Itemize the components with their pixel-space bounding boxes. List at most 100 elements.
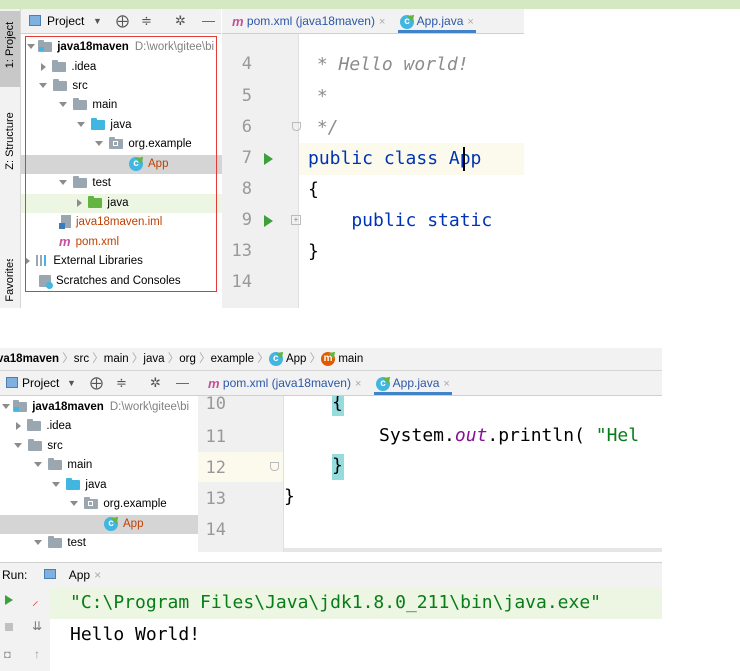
folder-icon [27, 418, 42, 431]
line-number: 9 [241, 210, 252, 230]
code-line: { [308, 179, 319, 200]
breadcrumb-item[interactable]: java [143, 353, 164, 365]
chevron-down-icon[interactable] [2, 404, 10, 410]
chevron-down-icon[interactable] [70, 501, 78, 507]
run-icon[interactable] [264, 153, 273, 165]
selected-row-highlight [0, 515, 198, 534]
console-output[interactable]: "C:\Program Files\Java\jdk1.8.0_211\bin\… [50, 587, 662, 671]
tool-window-structure[interactable]: Z: Structure [0, 105, 20, 185]
chevron-down-icon[interactable] [52, 482, 60, 488]
project-dropdown[interactable]: Project [47, 14, 84, 28]
console-line: Hello World! [70, 624, 201, 645]
fold-icon[interactable] [270, 462, 279, 471]
project-toolbar: Project ▼ ⨁ ≑ ✲ — [21, 9, 221, 34]
run-header: Run: App × [0, 562, 662, 588]
code-line: * [306, 86, 328, 107]
chevron-down-icon[interactable]: ▼ [93, 16, 102, 26]
tree-item-src[interactable]: src [14, 437, 63, 456]
tool-window-favorites[interactable]: Favorites [0, 259, 20, 308]
code-line: * Hello world! [306, 54, 469, 75]
tool-window-project[interactable]: 1: Project [0, 11, 20, 87]
close-icon[interactable]: × [355, 378, 361, 390]
minimize-icon[interactable]: — [202, 13, 215, 28]
editor-scroll-divider [284, 548, 662, 552]
stop-icon[interactable] [5, 623, 13, 631]
chevron-right-icon: 〉 [167, 353, 180, 365]
code-line: } [308, 241, 319, 262]
chevron-right-icon: 〉 [309, 353, 322, 365]
minimize-icon[interactable]: — [176, 375, 189, 390]
code-editor[interactable]: 10 11 12 13 14 { System.out.println( "He… [198, 396, 662, 552]
editor-tab-bar: m pom.xml (java18maven) × c App.java × [222, 9, 524, 34]
edit-config-icon[interactable]: ⸝ [32, 591, 39, 609]
chevron-down-icon[interactable] [34, 540, 42, 546]
breadcrumb-item[interactable]: src [74, 353, 89, 365]
breadcrumb-item[interactable]: main [104, 353, 129, 365]
chevron-down-icon[interactable] [14, 443, 22, 449]
tree-item-java18maven[interactable]: java18maven D:\work\gitee\bi [2, 398, 189, 417]
system-token: System. [379, 425, 455, 446]
tab-pom-xml[interactable]: m pom.xml (java18maven) × [206, 371, 363, 395]
line-number: 14 [231, 272, 252, 292]
fold-icon[interactable] [292, 122, 301, 131]
tree-item-main[interactable]: main [34, 456, 92, 475]
chevron-right-icon: 〉 [199, 353, 211, 365]
line-number: 8 [241, 179, 252, 199]
code-editor[interactable]: 4 5 6 7 8 9 13 14 + * Hello world! * */ … [222, 34, 524, 308]
code-line: */ [306, 117, 339, 138]
tool-window-stripe: 1: Project Z: Structure Favorites [0, 9, 21, 308]
code-line: } [284, 486, 295, 507]
tree-item-idea[interactable]: .idea [16, 417, 71, 436]
breadcrumb-item[interactable]: org [179, 353, 196, 365]
breadcrumb-item[interactable]: example [211, 353, 254, 365]
chevron-right-icon[interactable] [16, 421, 21, 430]
close-icon[interactable]: × [467, 16, 473, 28]
project-folder-icon [13, 399, 28, 412]
target-icon[interactable]: ⨁ [90, 375, 103, 391]
scroll-to-end-icon[interactable]: ⇊ [32, 619, 42, 633]
close-icon[interactable]: × [94, 568, 101, 582]
camera-icon[interactable]: ◘ [4, 649, 11, 661]
package-icon [84, 496, 99, 509]
arrow-up-icon[interactable]: ↑ [34, 647, 40, 661]
breadcrumb-item[interactable]: va18maven [0, 353, 59, 365]
folder-icon [28, 438, 43, 451]
chevron-down-icon[interactable] [34, 462, 42, 468]
close-icon[interactable]: × [443, 378, 449, 390]
console-icon [44, 569, 56, 579]
tab-pom-xml[interactable]: m pom.xml (java18maven) × [230, 9, 387, 33]
code-line: System.out.println( "Hel [379, 425, 639, 446]
close-icon[interactable]: × [379, 16, 385, 28]
project-toolbar: Project ▼ ⨁ ≑ ✲ — [0, 371, 198, 396]
rerun-icon[interactable] [5, 595, 13, 605]
breadcrumb: va18maven 〉src 〉main 〉java 〉org 〉example… [0, 348, 662, 371]
run-icon[interactable] [264, 215, 273, 227]
breadcrumb-item[interactable]: main [338, 353, 363, 365]
chevron-down-icon[interactable]: ▼ [67, 378, 76, 388]
run-tab[interactable]: App × [43, 568, 101, 582]
line-number: 11 [205, 427, 226, 447]
line-number: 12 [205, 458, 226, 478]
tree-item-app[interactable]: c App [104, 515, 143, 534]
gear-icon[interactable]: ✲ [150, 375, 161, 391]
gutter-divider [283, 396, 284, 552]
collapse-all-icon[interactable]: ≑ [141, 13, 152, 29]
println-token: .println( [487, 425, 596, 446]
tab-app-java[interactable]: c App.java × [374, 371, 452, 395]
tab-app-java[interactable]: c App.java × [398, 9, 476, 33]
line-number: 14 [205, 520, 226, 540]
tree-item-org-example[interactable]: org.example [70, 495, 167, 514]
project-dropdown[interactable]: Project [22, 376, 59, 390]
folder-icon [48, 457, 63, 470]
breadcrumb-item[interactable]: App [286, 353, 306, 365]
tree-item-java[interactable]: java [52, 476, 107, 495]
line-number: 7 [241, 148, 252, 168]
gear-icon[interactable]: ✲ [175, 13, 186, 29]
maven-icon: m [208, 375, 220, 391]
target-icon[interactable]: ⨁ [116, 13, 129, 29]
class-icon: c [400, 14, 414, 29]
tree-item-test[interactable]: test [34, 534, 86, 552]
collapse-all-icon[interactable]: ≑ [116, 375, 127, 391]
fold-icon[interactable]: + [291, 215, 301, 225]
method-icon: m [321, 351, 336, 366]
